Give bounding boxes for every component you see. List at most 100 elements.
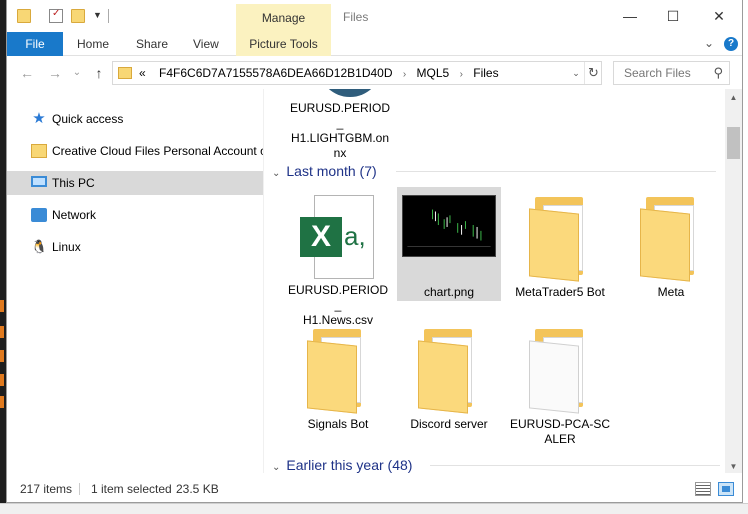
window-title: Files [343,10,369,24]
status-bar: 217 items 1 item selected 23.5 KB [7,476,742,502]
scroll-up-arrow-icon[interactable]: ▲ [725,93,742,102]
navigation-row: ← → ⌄ ↑ « F4F6C6D7A7155578A6DEA66D12B1D4… [7,57,742,89]
file-name: Discord server [410,417,488,431]
details-view-icon[interactable] [695,482,711,496]
close-button[interactable]: ✕ [696,4,742,28]
breadcrumb-separator: › [402,69,407,80]
folder-front [640,208,690,282]
file-name-line: H1.LIGHTGBM.on [290,131,390,145]
file-name: EURUSD.PERIOD_ H1.LIGHTGBM.on nx [290,101,390,161]
back-arrow-icon[interactable]: ← [17,63,37,83]
file-name-line: EURUSD.PERIOD_ [290,101,391,130]
tab-picture-tools[interactable]: Picture Tools [236,32,331,56]
group-title: Last month (7) [286,163,377,179]
background-text-mark [0,350,4,362]
search-input[interactable] [614,62,706,84]
scroll-down-arrow-icon[interactable]: ▼ [725,462,742,471]
file-name: chart.png [423,285,475,299]
breadcrumb-item-mql5[interactable]: MQL5 [417,66,450,80]
file-item-chart-png[interactable]: chart.png [397,187,501,301]
folder-front [529,340,579,414]
minimize-button[interactable]: — [607,4,653,28]
star-icon: ★ [32,110,46,127]
group-header-earlier-this-year[interactable]: ⌄ Earlier this year (48) [272,455,412,473]
chart-image-thumbnail [402,195,496,257]
maximize-button[interactable]: ☐ [650,4,696,28]
file-name-line: EURUSD.PERIOD_ [288,283,389,312]
nav-item-this-pc[interactable]: This PC [7,171,263,195]
folder-icon [418,329,480,414]
excel-file-icon: X a, [300,195,376,279]
nav-item-label: Creative Cloud Files Personal Account o [52,144,263,158]
folder-front [529,208,579,282]
folder-item-eurusd-pca-scaler[interactable]: EURUSD-PCA-SC ALER [508,319,612,447]
address-dropdown-chevron-icon[interactable]: ⌄ [568,62,584,84]
item-count: 217 items [20,482,73,496]
large-icons-view-icon[interactable] [718,482,734,496]
file-name: Meta [657,285,685,299]
address-bar[interactable]: « F4F6C6D7A7155578A6DEA66D12B1D40D › MQL… [112,61,602,85]
folder-front [307,340,357,414]
folder-icon [307,329,369,414]
onnx-file-icon [318,89,382,97]
search-icon[interactable]: ⚲ [713,65,723,81]
folder-item-meta[interactable]: Meta [619,187,723,313]
nav-item-label: Network [52,208,97,222]
expand-ribbon-chevron-icon[interactable]: ⌄ [704,36,714,50]
selection-size: 23.5 KB [176,482,219,496]
nav-item-network[interactable]: Network [7,203,263,227]
customize-toolbar-chevron-icon[interactable]: ▼ [93,10,102,20]
tab-home[interactable]: Home [77,32,109,56]
tab-view[interactable]: View [193,32,219,56]
nav-item-quick-access[interactable]: ★ Quick access [7,107,263,131]
vertical-scrollbar[interactable]: ▲ ▼ [725,89,742,473]
chevron-down-icon: ⌄ [272,462,281,473]
folder-icon[interactable] [17,9,31,23]
file-name: Signals Bot [307,417,369,431]
tab-file[interactable]: File [7,32,63,56]
file-name: MetaTrader5 Bot [515,285,605,299]
selection-count: 1 item selected [91,482,172,496]
file-name: EURUSD-PCA-SC ALER [510,417,610,447]
up-arrow-icon[interactable]: ↑ [89,63,109,83]
file-item-news-csv[interactable]: X a, EURUSD.PERIOD_ H1.News.csv [286,187,390,327]
background-text-mark [0,300,4,312]
nav-item-label: Quick access [52,112,124,126]
folder-item-signals-bot[interactable]: Signals Bot [286,319,390,445]
scrollbar-thumb[interactable] [727,127,740,159]
ribbon-tabs: File Home Share View Picture Tools ⌄ ? [7,32,742,56]
new-folder-icon[interactable] [71,9,85,23]
group-header-last-month[interactable]: ⌄ Last month (7) [272,161,377,181]
properties-icon[interactable] [49,8,63,23]
help-icon[interactable]: ? [724,37,738,51]
folder-item-metatrader5-bot[interactable]: MetaTrader5 Bot [508,187,612,313]
group-divider [396,171,716,172]
nav-item-linux[interactable]: 🐧 Linux [7,235,263,259]
forward-arrow-icon[interactable]: → [45,63,65,83]
chevron-down-icon: ⌄ [272,168,281,179]
background-text-mark [0,396,4,408]
breadcrumb-item-files[interactable]: Files [473,66,498,80]
manage-context-tab[interactable]: Manage [236,4,331,32]
folder-item-discord-server[interactable]: Discord server [397,319,501,445]
folder-icon [118,67,132,79]
folder-icon [31,144,47,158]
nav-item-label: This PC [52,176,95,190]
file-name-line: EURUSD-PCA-SC [510,417,611,431]
computer-icon [31,176,47,187]
toolbar-separator [108,9,109,23]
network-icon [31,208,47,222]
file-item-onnx[interactable]: EURUSD.PERIOD_ H1.LIGHTGBM.on nx [288,89,392,160]
title-bar: ▼ Manage Files — ☐ ✕ [7,0,742,32]
nav-item-label: Linux [52,240,81,254]
search-box: ⚲ [613,61,730,85]
excel-x-mark: X [300,217,342,257]
tab-share[interactable]: Share [136,32,168,56]
folder-icon [529,197,591,282]
breadcrumb-overflow[interactable]: « [139,66,146,80]
nav-item-creative-cloud[interactable]: Creative Cloud Files Personal Account o [7,139,263,163]
group-title: Earlier this year (48) [286,457,413,473]
breadcrumb-item-id[interactable]: F4F6C6D7A7155578A6DEA66D12B1D40D [159,66,392,80]
refresh-icon[interactable]: ↻ [584,62,602,84]
recent-locations-chevron-icon[interactable]: ⌄ [67,63,87,83]
